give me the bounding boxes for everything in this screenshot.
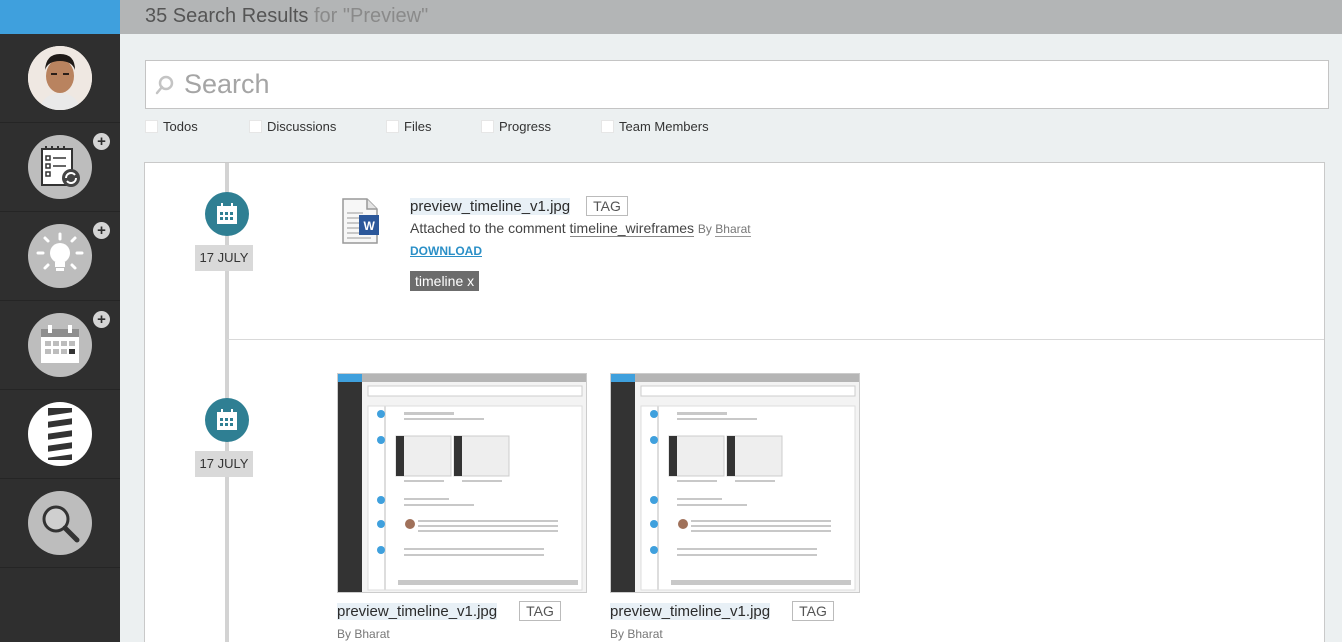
tag-button[interactable]: TAG [519, 601, 561, 621]
sidebar-item-notes[interactable] [0, 390, 120, 479]
filter-label: Files [404, 119, 432, 134]
filter-checkbox[interactable] [249, 120, 262, 133]
thumb-caption: preview_timeline_v1.jpg TAG [610, 601, 834, 621]
date-badge: 17 JULY [195, 245, 253, 271]
filter-checkbox[interactable] [481, 120, 494, 133]
page-header: 35 Search Results for "Preview" [120, 0, 1342, 34]
add-todo-button[interactable]: + [93, 133, 110, 150]
word-doc-icon: W [341, 197, 381, 250]
results-panel: 17 JULY W preview_timeline_v1.jpg TAG At… [144, 162, 1325, 642]
calendar-icon [205, 192, 249, 236]
filter-label: Todos [163, 119, 198, 134]
file-result: preview_timeline_v1.jpg TAG Attached to … [410, 196, 1010, 291]
sidebar: + + + [0, 0, 120, 642]
tag-chip-timeline[interactable]: timeline x [410, 271, 480, 291]
filter-checkbox[interactable] [386, 120, 399, 133]
author-link[interactable]: Bharat [715, 222, 751, 237]
author-link[interactable]: Bharat [354, 627, 389, 641]
sidebar-item-ideas[interactable]: + [0, 212, 120, 301]
tag-button[interactable]: TAG [586, 196, 628, 216]
filter-checkbox[interactable] [145, 120, 158, 133]
filter-todos[interactable]: Todos [145, 119, 198, 134]
result-count: 35 Search Results [145, 5, 309, 27]
filter-checkbox[interactable] [601, 120, 614, 133]
sidebar-item-calendar[interactable]: + [0, 301, 120, 390]
image-thumbnail[interactable] [610, 373, 860, 593]
sidebar-accent-bar [0, 0, 120, 34]
add-idea-button[interactable]: + [93, 222, 110, 239]
filter-files[interactable]: Files [386, 119, 431, 134]
checklist-icon[interactable] [28, 135, 92, 199]
image-thumbnail[interactable] [337, 373, 587, 593]
lightbulb-icon[interactable] [28, 224, 92, 288]
search-icon [155, 75, 174, 94]
file-name-link[interactable]: preview_timeline_v1.jpg [337, 602, 498, 620]
filter-label: Team Members [619, 119, 709, 134]
author-link[interactable]: Bharat [627, 627, 662, 641]
filter-discussions[interactable]: Discussions [249, 119, 336, 134]
filter-progress[interactable]: Progress [481, 119, 551, 134]
svg-text:W: W [364, 219, 376, 233]
sidebar-item-search[interactable] [0, 479, 120, 568]
date-badge: 17 JULY [195, 451, 253, 477]
search-icon[interactable] [28, 491, 92, 555]
sidebar-item-profile[interactable] [0, 34, 120, 123]
by-line: By Bharat [697, 222, 751, 237]
attached-prefix: Attached to the comment [410, 220, 566, 236]
avatar[interactable] [28, 46, 92, 110]
attached-info: Attached to the comment timeline_wirefra… [410, 220, 1010, 237]
by-line: By Bharat [610, 627, 663, 641]
filter-team-members[interactable]: Team Members [601, 119, 709, 134]
search-input[interactable] [184, 69, 1284, 100]
filter-label: Discussions [267, 119, 337, 134]
search-bar[interactable] [145, 60, 1329, 109]
file-name-link[interactable]: preview_timeline_v1.jpg [610, 602, 771, 620]
filter-bar: Todos Discussions Files Progress Team Me… [145, 119, 845, 137]
add-event-button[interactable]: + [93, 311, 110, 328]
calendar-icon[interactable] [28, 313, 92, 377]
page-title: 35 Search Results for "Preview" [145, 5, 428, 28]
sidebar-item-todos[interactable]: + [0, 123, 120, 212]
notes-icon[interactable] [28, 402, 92, 466]
calendar-icon [205, 398, 249, 442]
result-divider [227, 339, 1324, 340]
comment-link[interactable]: timeline_wireframes [569, 220, 695, 237]
thumb-caption: preview_timeline_v1.jpg TAG [337, 601, 561, 621]
tag-button[interactable]: TAG [792, 601, 834, 621]
filter-label: Progress [499, 119, 552, 134]
download-link[interactable]: DOWNLOAD [410, 244, 482, 258]
by-line: By Bharat [337, 627, 390, 641]
search-query-label: for "Preview" [313, 5, 429, 27]
file-name-link[interactable]: preview_timeline_v1.jpg [410, 197, 571, 215]
